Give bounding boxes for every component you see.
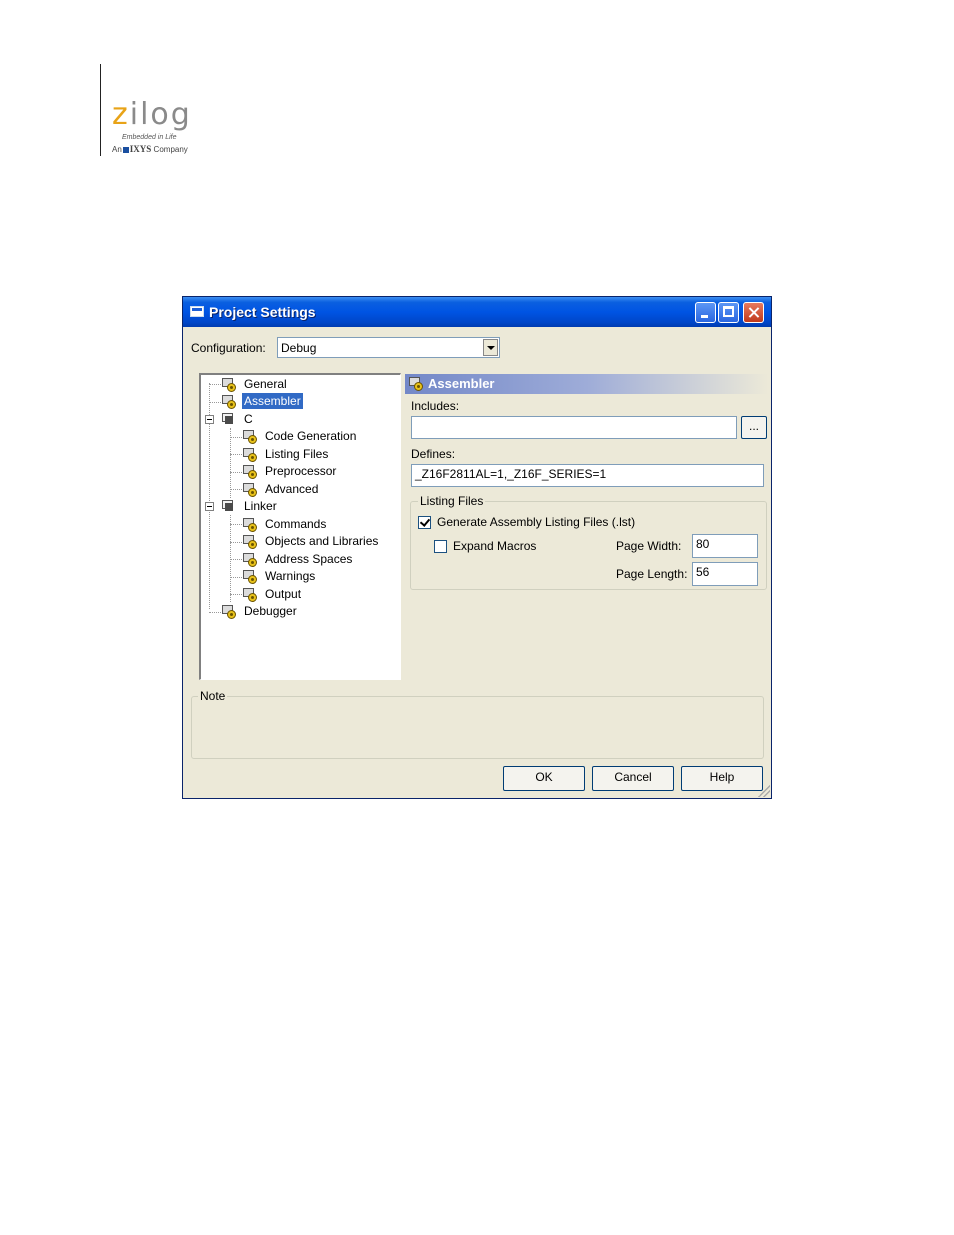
listing-files-legend: Listing Files [418, 494, 486, 508]
logo-tagline: Embedded in Life [122, 134, 177, 141]
settings-tree[interactable]: General Assembler C Code Generation List… [199, 373, 401, 680]
gear-doc-icon [242, 429, 258, 444]
tree-connector [230, 524, 242, 526]
tree-item-label: Address Spaces [265, 552, 353, 566]
tree-connector [209, 384, 221, 386]
logo-company: An IXYS Company [112, 144, 212, 154]
gear-doc-icon [221, 377, 237, 392]
expand-macros-label[interactable]: Expand Macros [453, 539, 536, 553]
ixys-mark-icon [122, 147, 129, 153]
page-width-field[interactable]: 80 [692, 534, 758, 558]
gear-doc-icon [221, 394, 237, 409]
tree-item-label: Code Generation [265, 429, 357, 443]
tree-connector [230, 577, 242, 579]
includes-label: Includes: [411, 399, 460, 413]
resize-grip-icon[interactable] [758, 785, 770, 797]
tree-connector [209, 612, 221, 614]
tree-connector [209, 402, 221, 404]
company-brand: IXYS [129, 144, 152, 154]
gear-doc-icon [242, 517, 258, 532]
logo-wordmark: zilog [112, 100, 212, 130]
tree-connector [230, 542, 242, 544]
gear-doc-icon [242, 552, 258, 567]
tree-item-label: General [244, 377, 287, 391]
generate-listing-label[interactable]: Generate Assembly Listing Files (.lst) [437, 515, 635, 529]
tree-item-label: Assembler [242, 393, 303, 409]
generate-listing-checkbox[interactable] [418, 516, 431, 529]
cancel-button[interactable]: Cancel [592, 766, 674, 791]
note-legend: Note [198, 689, 228, 703]
tree-item-label: Linker [244, 499, 277, 513]
tree-connector [230, 437, 242, 439]
page-width-label: Page Width: [616, 539, 682, 553]
collapse-c-icon[interactable] [205, 415, 214, 424]
tree-connector [230, 454, 242, 456]
includes-field[interactable] [411, 416, 737, 439]
tree-connector [230, 594, 242, 596]
title-bar[interactable]: Project Settings [183, 297, 771, 327]
tree-item-label: Warnings [265, 569, 316, 583]
collapse-linker-icon[interactable] [205, 502, 214, 511]
tree-connector [230, 559, 242, 561]
gear-doc-icon [242, 534, 258, 549]
tree-item-label: Output [265, 587, 302, 601]
gear-doc-icon [242, 464, 258, 479]
tree-connector [230, 489, 242, 491]
gear-doc-icon [242, 569, 258, 584]
folder-gear-icon [221, 412, 237, 427]
help-button[interactable]: Help [681, 766, 763, 791]
ok-button[interactable]: OK [503, 766, 585, 791]
gear-doc-icon [242, 587, 258, 602]
project-settings-window: Project Settings Configuration: Debug Ge… [182, 296, 772, 799]
gear-doc-icon [408, 376, 424, 391]
company-suffix: Company [153, 145, 188, 154]
window-title: Project Settings [209, 304, 316, 320]
expand-macros-checkbox[interactable] [434, 540, 447, 553]
tree-item-label: Objects and Libraries [265, 534, 379, 548]
panel-header: Assembler [405, 374, 768, 394]
window-app-icon[interactable] [190, 306, 204, 317]
logo-z: z [112, 97, 130, 132]
tree-connector [230, 472, 242, 474]
panel-title: Assembler [428, 376, 495, 391]
gear-doc-icon [221, 604, 237, 619]
margin-rule [100, 64, 101, 156]
tree-item-label: Advanced [265, 482, 319, 496]
close-button[interactable] [743, 302, 764, 323]
company-prefix: An [112, 145, 122, 154]
browse-button[interactable]: ... [741, 416, 767, 439]
tree-item-label: Commands [265, 517, 327, 531]
configuration-value: Debug [281, 341, 317, 355]
gear-doc-icon [242, 447, 258, 462]
page-length-field[interactable]: 56 [692, 562, 758, 586]
defines-field[interactable]: _Z16F2811AL=1,_Z16F_SERIES=1 [411, 464, 764, 487]
folder-gear-icon [221, 499, 237, 514]
maximize-button[interactable] [718, 302, 739, 323]
tree-item-label: Listing Files [265, 447, 329, 461]
zilog-logo: zilog Embedded in Life An IXYS Company [112, 100, 212, 155]
defines-label: Defines: [411, 447, 456, 461]
note-box [191, 696, 764, 759]
logo-rest: ilog [129, 97, 192, 132]
tree-item-label: Debugger [244, 604, 297, 618]
configuration-label: Configuration: [191, 341, 266, 355]
page-length-label: Page Length: [616, 567, 688, 581]
configuration-select[interactable]: Debug [277, 337, 500, 358]
chevron-down-icon[interactable] [483, 339, 498, 356]
minimize-button[interactable] [695, 302, 716, 323]
tree-item-label: Preprocessor [265, 464, 337, 478]
tree-item-label: C [244, 412, 253, 426]
gear-doc-icon [242, 482, 258, 497]
